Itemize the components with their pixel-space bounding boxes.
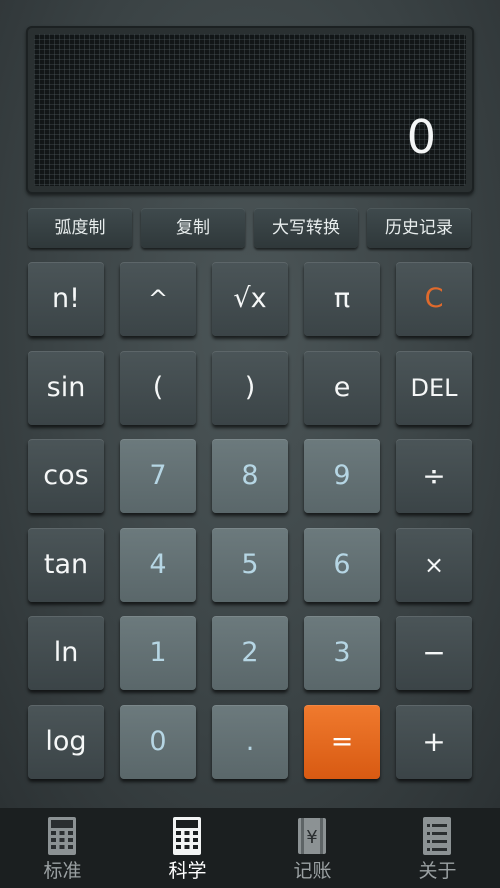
list-icon [423,817,451,855]
plus-key[interactable]: + [396,705,472,779]
display-screen: 0 [34,34,466,186]
calculator-icon [173,817,201,855]
decimal-point-key[interactable]: . [212,705,288,779]
left-paren-key[interactable]: ( [120,351,196,425]
divide-key[interactable]: ÷ [396,439,472,513]
calculator-body: 0 弧度制 复制 大写转换 历史记录 n! ^ √x π C sin ( ) e… [0,0,500,808]
function-button-row: 弧度制 复制 大写转换 历史记录 [28,208,472,250]
digit-3-key[interactable]: 3 [304,616,380,690]
tab-label: 记账 [293,860,332,882]
log-key[interactable]: log [28,705,104,779]
tab-label: 关于 [418,860,457,882]
tab-label: 科学 [168,860,207,882]
tab-label: 标准 [43,860,82,882]
power-key[interactable]: ^ [120,262,196,336]
svg-text:¥: ¥ [306,827,317,848]
factorial-key[interactable]: n! [28,262,104,336]
delete-key[interactable]: DEL [396,351,472,425]
tab-bookkeeping[interactable]: ¥ 记账 [250,808,375,888]
clear-key[interactable]: C [396,262,472,336]
digit-5-key[interactable]: 5 [212,528,288,602]
copy-button[interactable]: 复制 [141,208,245,248]
ln-key[interactable]: ln [28,616,104,690]
display-value: 0 [406,110,436,164]
tab-scientific[interactable]: 科学 [125,808,250,888]
equals-key[interactable]: = [304,705,380,779]
display-panel: 0 [26,26,474,194]
digit-6-key[interactable]: 6 [304,528,380,602]
right-paren-key[interactable]: ) [212,351,288,425]
radian-mode-button[interactable]: 弧度制 [28,208,132,248]
digit-1-key[interactable]: 1 [120,616,196,690]
minus-key[interactable]: − [396,616,472,690]
sin-key[interactable]: sin [28,351,104,425]
e-key[interactable]: e [304,351,380,425]
digit-7-key[interactable]: 7 [120,439,196,513]
tan-key[interactable]: tan [28,528,104,602]
digit-9-key[interactable]: 9 [304,439,380,513]
ledger-icon: ¥ [298,818,326,854]
multiply-key[interactable]: × [396,528,472,602]
uppercase-convert-button[interactable]: 大写转换 [254,208,358,248]
tab-about[interactable]: 关于 [375,808,500,888]
keypad: n! ^ √x π C sin ( ) e DEL cos 7 8 9 ÷ ta… [28,262,472,792]
bottom-tab-bar: 标准 科学 ¥ 记账 关于 [0,808,500,888]
history-button[interactable]: 历史记录 [367,208,471,248]
digit-8-key[interactable]: 8 [212,439,288,513]
digit-0-key[interactable]: 0 [120,705,196,779]
sqrt-key[interactable]: √x [212,262,288,336]
digit-2-key[interactable]: 2 [212,616,288,690]
cos-key[interactable]: cos [28,439,104,513]
tab-standard[interactable]: 标准 [0,808,125,888]
pi-key[interactable]: π [304,262,380,336]
digit-4-key[interactable]: 4 [120,528,196,602]
calculator-icon [48,817,76,855]
